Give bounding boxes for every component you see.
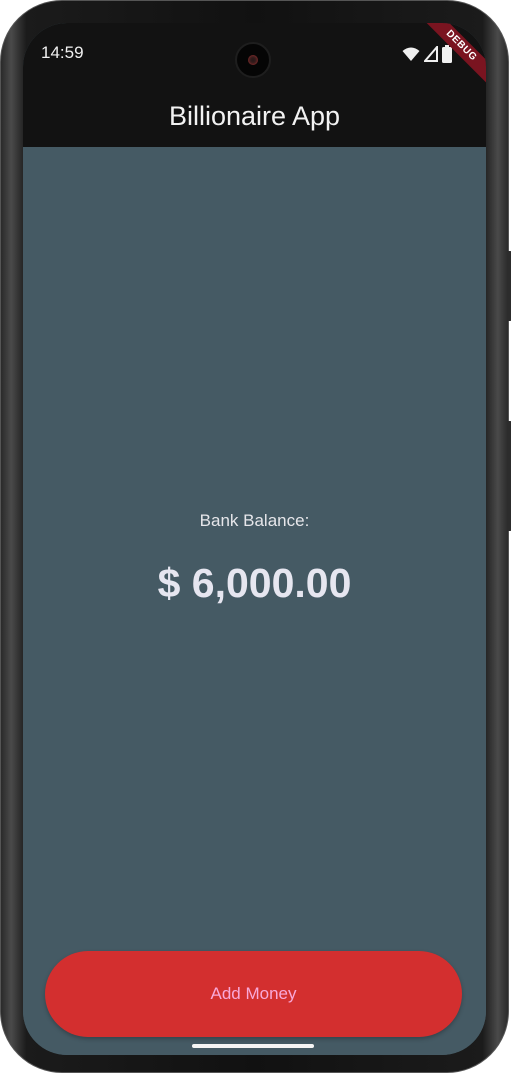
power-button <box>507 251 511 321</box>
volume-button <box>507 421 511 531</box>
status-icons <box>402 45 452 63</box>
wifi-icon <box>402 47 420 61</box>
app-bar: Billionaire App <box>23 85 486 147</box>
balance-amount: $ 6,000.00 <box>157 560 352 606</box>
phone-frame: 14:59 DEBUG Billionaire App Bank Balance… <box>0 0 511 1073</box>
home-indicator[interactable] <box>192 1044 314 1048</box>
status-bar: 14:59 DEBUG <box>23 23 486 91</box>
front-camera <box>235 42 271 78</box>
main-content: Bank Balance: $ 6,000.00 Add Money <box>23 147 486 1055</box>
add-money-button[interactable]: Add Money <box>45 951 462 1037</box>
app-title: Billionaire App <box>168 100 341 131</box>
status-time: 14:59 <box>41 43 84 62</box>
cellular-signal-icon <box>424 46 438 62</box>
screen: 14:59 DEBUG Billionaire App Bank Balance… <box>23 23 486 1055</box>
balance-label: Bank Balance: <box>199 511 310 530</box>
